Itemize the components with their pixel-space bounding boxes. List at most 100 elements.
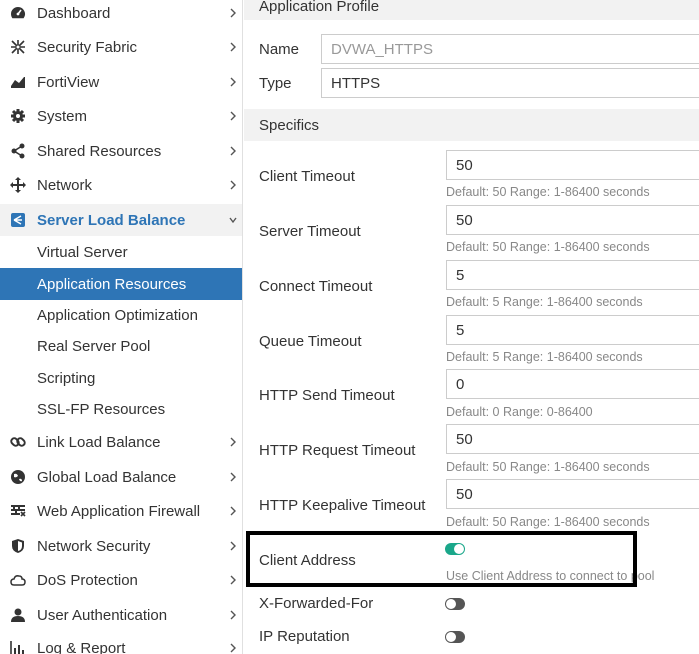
main-panel: Application Profile Name DVWA_HTTPS Type… (244, 0, 699, 654)
waf-icon (10, 503, 26, 519)
server-timeout-hint: Default: 50 Range: 1-86400 seconds (446, 240, 650, 254)
connect-timeout-hint: Default: 5 Range: 1-86400 seconds (446, 295, 643, 309)
toggle-knob (446, 599, 456, 609)
name-label: Name (259, 41, 300, 58)
user-icon (10, 607, 26, 623)
sidebar-item-fortiview[interactable]: FortiView (0, 66, 242, 98)
chevron-right-icon (230, 42, 236, 52)
cloud-icon (10, 572, 26, 588)
share-icon (10, 143, 26, 159)
submenu-item-label: Application Optimization (37, 306, 198, 324)
gear-icon (10, 108, 26, 124)
shield-icon (10, 538, 26, 554)
sidebar-item-label: Web Application Firewall (37, 502, 201, 520)
chevron-right-icon (230, 610, 236, 620)
network-arrows-icon (10, 177, 26, 193)
chart-icon (10, 640, 26, 654)
http-keepalive-timeout-input[interactable]: 50 (446, 479, 699, 509)
client-timeout-label: Client Timeout (259, 168, 355, 185)
submenu-item-label: Real Server Pool (37, 337, 151, 355)
sidebar-item-network[interactable]: Network (0, 169, 242, 201)
sidebar-item-label: Global Load Balance (37, 468, 177, 486)
type-label: Type (259, 75, 292, 92)
sidebar-nav: Dashboard Security Fabric FortiView Syst… (0, 0, 243, 654)
connect-timeout-label: Connect Timeout (259, 278, 373, 295)
ip-reputation-toggle[interactable] (445, 631, 465, 643)
chevron-right-icon (230, 472, 236, 482)
submenu-item-scripting[interactable]: Scripting (0, 362, 242, 394)
section-title: Specifics (259, 116, 320, 134)
chevron-right-icon (230, 77, 236, 87)
submenu-item-virtual-server[interactable]: Virtual Server (0, 236, 242, 268)
http-send-timeout-input[interactable]: 0 (446, 369, 699, 399)
chevron-right-icon (230, 437, 236, 447)
client-timeout-hint: Default: 50 Range: 1-86400 seconds (446, 185, 650, 199)
connect-timeout-input[interactable]: 5 (446, 260, 699, 290)
queue-timeout-input[interactable]: 5 (446, 315, 699, 345)
server-timeout-label: Server Timeout (259, 223, 361, 240)
sidebar-item-label: Link Load Balance (37, 433, 161, 451)
submenu-item-real-server-pool[interactable]: Real Server Pool (0, 330, 242, 362)
name-field[interactable]: DVWA_HTTPS (321, 34, 699, 64)
security-fabric-icon (10, 39, 26, 55)
sidebar-item-global-load-balance[interactable]: Global Load Balance (0, 461, 242, 493)
chevron-right-icon (230, 146, 236, 156)
section-title: Application Profile (259, 0, 380, 15)
submenu-item-application-resources[interactable]: Application Resources (0, 268, 242, 300)
sidebar-item-label: Network Security (37, 537, 151, 555)
sidebar-item-link-load-balance[interactable]: Link Load Balance (0, 426, 242, 458)
sidebar-item-user-authentication[interactable]: User Authentication (0, 599, 242, 631)
submenu-item-application-optimization[interactable]: Application Optimization (0, 299, 242, 331)
chevron-right-icon (230, 643, 236, 653)
sidebar-item-label: Server Load Balance (37, 211, 186, 229)
client-address-toggle[interactable] (445, 543, 465, 555)
sidebar-item-label: FortiView (37, 73, 100, 91)
sidebar-item-label: Dashboard (37, 4, 111, 22)
sidebar-item-network-security[interactable]: Network Security (0, 530, 242, 562)
queue-timeout-hint: Default: 5 Range: 1-86400 seconds (446, 350, 643, 364)
submenu-item-label: SSL-FP Resources (37, 400, 166, 418)
submenu-item-ssl-fp-resources[interactable]: SSL-FP Resources (0, 393, 242, 425)
http-keepalive-timeout-hint: Default: 50 Range: 1-86400 seconds (446, 515, 650, 529)
sidebar-item-log-report[interactable]: Log & Report (0, 632, 242, 654)
toggle-knob (446, 632, 456, 642)
ip-reputation-label: IP Reputation (259, 628, 350, 645)
link-icon (10, 434, 26, 450)
chevron-right-icon (230, 506, 236, 516)
queue-timeout-label: Queue Timeout (259, 333, 362, 350)
sidebar-item-server-load-balance[interactable]: Server Load Balance (0, 204, 242, 236)
sidebar-item-dashboard[interactable]: Dashboard (0, 0, 242, 29)
sidebar-item-label: Network (37, 176, 93, 194)
sidebar-item-dos-protection[interactable]: DoS Protection (0, 564, 242, 596)
submenu-item-label: Application Resources (37, 275, 187, 293)
chevron-right-icon (230, 111, 236, 121)
sidebar-item-label: System (37, 107, 88, 125)
sidebar-item-label: DoS Protection (37, 571, 138, 589)
server-load-balance-icon (10, 212, 26, 228)
dashboard-icon (10, 5, 26, 21)
chevron-right-icon (230, 8, 236, 18)
server-timeout-input[interactable]: 50 (446, 205, 699, 235)
http-send-timeout-label: HTTP Send Timeout (259, 387, 395, 404)
chevron-right-icon (230, 541, 236, 551)
x-forwarded-for-toggle[interactable] (445, 598, 465, 610)
http-request-timeout-input[interactable]: 50 (446, 424, 699, 454)
section-header-specifics: Specifics (244, 109, 699, 141)
chevron-right-icon (230, 575, 236, 585)
sidebar-item-security-fabric[interactable]: Security Fabric (0, 31, 242, 63)
section-header-application-profile: Application Profile (244, 0, 699, 20)
client-address-hint: Use Client Address to connect to pool (446, 569, 655, 583)
http-request-timeout-hint: Default: 50 Range: 1-86400 seconds (446, 460, 650, 474)
globe-icon (10, 469, 26, 485)
sidebar-item-system[interactable]: System (0, 100, 242, 132)
http-keepalive-timeout-label: HTTP Keepalive Timeout (259, 497, 426, 514)
fortiview-icon (10, 74, 26, 90)
sidebar-item-web-application-firewall[interactable]: Web Application Firewall (0, 495, 242, 527)
type-field[interactable]: HTTPS (321, 68, 699, 98)
submenu-item-label: Virtual Server (37, 243, 128, 261)
client-timeout-input[interactable]: 50 (446, 150, 699, 180)
client-address-label: Client Address (259, 552, 356, 569)
sidebar-item-label: User Authentication (37, 606, 168, 624)
toggle-knob (454, 544, 464, 554)
sidebar-item-shared-resources[interactable]: Shared Resources (0, 135, 242, 167)
